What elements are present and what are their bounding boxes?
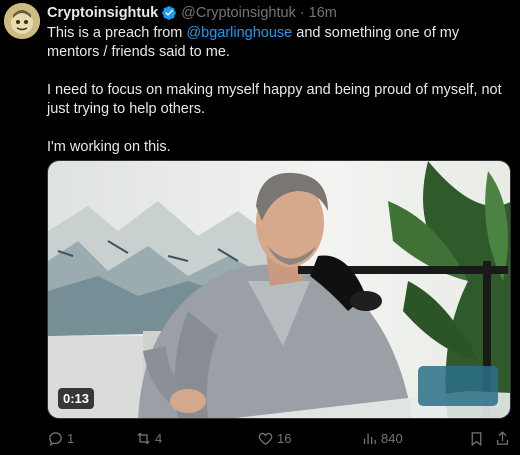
bookmark-icon — [471, 432, 482, 447]
like-count: 16 — [277, 431, 292, 446]
avatar[interactable] — [4, 3, 40, 39]
tweet-text: This is a preach from @bgarlinghouse and… — [47, 24, 511, 157]
reply-button[interactable]: 1 — [47, 430, 74, 447]
video-duration: 0:13 — [58, 388, 95, 409]
author-handle[interactable]: @Cryptoinsightuk — [181, 5, 296, 21]
reply-count: 1 — [67, 431, 75, 446]
repost-icon — [137, 432, 150, 445]
share-icon — [496, 431, 509, 445]
tweet-header: Cryptoinsightuk @Cryptoinsightuk · 16m — [47, 4, 337, 22]
like-button[interactable]: 16 — [257, 430, 291, 447]
tweet-paragraph-2: I need to focus on making myself happy a… — [47, 82, 502, 117]
separator: · — [299, 5, 305, 21]
tweet-paragraph-3: I'm working on this. — [47, 139, 171, 155]
video-player[interactable]: 0:13 — [47, 160, 511, 419]
views-icon — [363, 433, 376, 445]
tweet-text-pre: This is a preach from — [47, 25, 187, 41]
verified-badge-icon — [161, 5, 177, 21]
repost-button[interactable]: 4 — [135, 430, 162, 447]
action-bar: 1 4 16 840 — [47, 430, 511, 450]
views-button[interactable]: 840 — [361, 430, 403, 447]
tweet-paragraph-1: This is a preach from @bgarlinghouse and… — [47, 24, 511, 62]
bookmark-button[interactable] — [468, 430, 485, 447]
video-frame — [48, 161, 510, 418]
like-icon — [258, 432, 273, 445]
repost-count: 4 — [155, 431, 163, 446]
mention-link[interactable]: @bgarlinghouse — [186, 25, 292, 41]
views-count: 840 — [381, 431, 403, 446]
timestamp[interactable]: 16m — [309, 5, 337, 21]
share-button[interactable] — [494, 430, 511, 447]
reply-icon — [49, 432, 62, 447]
author-name[interactable]: Cryptoinsightuk — [47, 5, 158, 21]
